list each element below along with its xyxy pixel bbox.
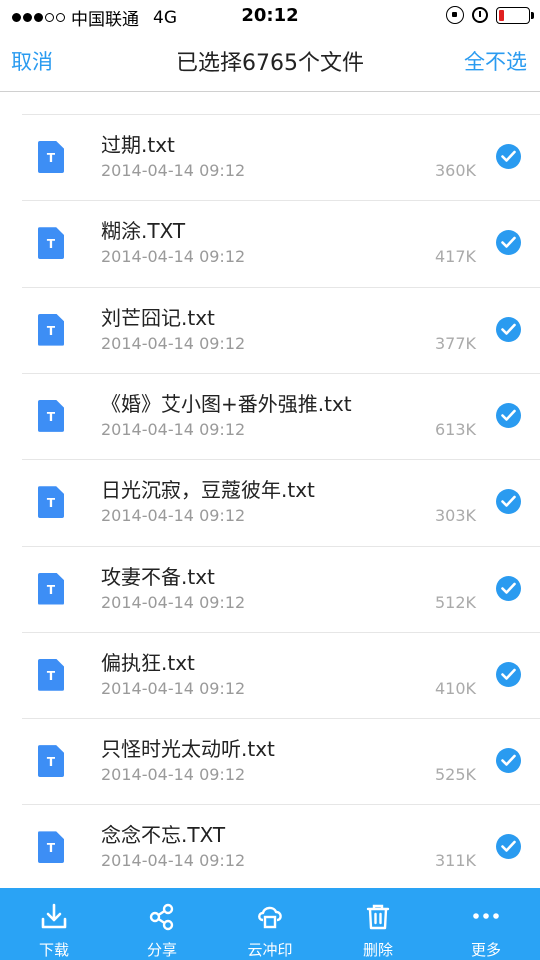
checkmark-icon: [501, 495, 516, 507]
txt-file-icon: T: [38, 572, 64, 605]
file-size: 525K: [434, 765, 476, 785]
status-bar: 中国联通 4G 20:12: [0, 0, 540, 32]
checkmark-icon: [501, 582, 516, 594]
checked-checkbox[interactable]: [496, 230, 521, 256]
file-size: 512K: [434, 592, 476, 612]
txt-file-icon: T: [38, 227, 64, 260]
nav-bar: 取消 已选择6765个文件 全不选: [0, 32, 540, 92]
file-size: 311K: [434, 851, 476, 871]
checkmark-icon: [501, 754, 516, 766]
checked-checkbox[interactable]: [496, 834, 521, 860]
txt-file-icon: T: [38, 486, 64, 519]
file-date: 2014-04-14 09:12: [101, 765, 246, 785]
row-divider: [22, 545, 540, 547]
more-icon: [473, 913, 499, 919]
file-date: 2014-04-14 09:12: [101, 506, 246, 526]
checked-checkbox[interactable]: [496, 144, 521, 169]
txt-file-icon: T: [38, 313, 64, 346]
checked-checkbox[interactable]: [496, 748, 521, 774]
file-date: 2014-04-14 09:12: [101, 851, 246, 871]
battery-icon: [496, 6, 534, 24]
checkmark-icon: [501, 409, 516, 421]
row-divider: [22, 114, 540, 115]
row-divider: [22, 631, 540, 633]
file-name: 念念不忘.TXT: [101, 823, 226, 848]
checkmark-icon: [501, 150, 516, 162]
file-list: T 过期.txt 2014-04-14 09:12 360K T 糊涂.TXT 2014-0…: [0, 93, 540, 888]
trash-icon: [366, 904, 390, 930]
file-name: 刘芒囧记.txt: [101, 305, 215, 330]
more-label: 更多: [470, 941, 501, 959]
page-title: 已选择6765个文件: [176, 51, 364, 76]
file-row[interactable]: T 偏执狂.txt 2014-04-14 09:12 410K: [0, 631, 540, 718]
file-name: 过期.txt: [101, 133, 175, 157]
file-size: 410K: [434, 678, 476, 698]
file-name: 偏执狂.txt: [101, 650, 195, 675]
file-size: 377K: [434, 333, 476, 353]
delete-button[interactable]: 删除: [324, 888, 432, 960]
file-name: 糊涂.TXT: [101, 219, 186, 244]
file-row[interactable]: T 糊涂.TXT 2014-04-14 09:12 417K: [0, 200, 540, 286]
share-icon: [149, 903, 174, 931]
checked-checkbox[interactable]: [496, 316, 521, 342]
deselect-all-button[interactable]: 全不选: [464, 46, 527, 76]
file-name: 日光沉寂，豆蔻彼年.txt: [101, 478, 315, 503]
file-size: 303K: [434, 506, 476, 526]
download-label: 下载: [38, 941, 69, 959]
bottom-toolbar: 下载 分享 云冲印 删除 更多: [0, 888, 540, 960]
alarm-icon: [472, 7, 488, 23]
file-date: 2014-04-14 09:12: [101, 592, 246, 612]
delete-label: 删除: [362, 941, 393, 959]
cloud-print-button[interactable]: 云冲印: [216, 888, 324, 960]
txt-file-icon: T: [38, 141, 64, 173]
checkmark-icon: [501, 236, 516, 249]
file-row[interactable]: T 只怪时光太动听.txt 2014-04-14 09:12 525K: [0, 718, 540, 804]
file-row[interactable]: T 过期.txt 2014-04-14 09:12 360K: [0, 114, 540, 200]
file-name: 只怪时光太动听.txt: [101, 737, 275, 762]
file-size: 360K: [434, 161, 476, 180]
file-size: 613K: [434, 419, 476, 439]
file-size: 417K: [434, 247, 476, 267]
share-button[interactable]: 分享: [108, 888, 216, 960]
row-divider: [22, 804, 540, 806]
file-name: 《婚》艾小图+番外强推.txt: [101, 391, 352, 416]
rotation-lock-icon: [446, 6, 464, 24]
file-date: 2014-04-14 09:12: [101, 419, 246, 439]
checked-checkbox[interactable]: [496, 575, 521, 601]
share-label: 分享: [146, 941, 177, 959]
file-row[interactable]: T 刘芒囧记.txt 2014-04-14 09:12 377K: [0, 286, 540, 373]
txt-file-icon: T: [38, 658, 64, 691]
download-button[interactable]: 下载: [0, 888, 108, 960]
txt-file-icon: T: [38, 399, 64, 432]
row-divider: [22, 372, 540, 374]
cloud-print-icon: [258, 906, 282, 929]
checkmark-icon: [501, 668, 516, 680]
file-row[interactable]: T 《婚》艾小图+番外强推.txt 2014-04-14 09:12 613K: [0, 372, 540, 459]
file-date: 2014-04-14 09:12: [101, 333, 246, 353]
row-divider: [22, 200, 540, 202]
more-button[interactable]: 更多: [432, 888, 540, 960]
cloud-print-label: 云冲印: [247, 941, 293, 959]
checkmark-icon: [501, 841, 516, 853]
file-row[interactable]: T 攻妻不备.txt 2014-04-14 09:12 512K: [0, 545, 540, 632]
file-name: 攻妻不备.txt: [101, 564, 215, 589]
status-right: [446, 6, 534, 24]
checked-checkbox[interactable]: [496, 661, 521, 687]
txt-file-icon: T: [38, 745, 64, 778]
row-divider: [22, 718, 540, 720]
file-date: 2014-04-14 09:12: [101, 678, 246, 698]
checkmark-icon: [501, 323, 516, 335]
download-icon: [41, 903, 67, 929]
row-divider: [22, 286, 540, 288]
txt-file-icon: T: [38, 831, 64, 864]
checked-checkbox[interactable]: [496, 402, 521, 428]
file-row[interactable]: T 日光沉寂，豆蔻彼年.txt 2014-04-14 09:12 303K: [0, 459, 540, 545]
file-date: 2014-04-14 09:12: [101, 247, 246, 267]
checked-checkbox[interactable]: [496, 489, 521, 515]
file-date: 2014-04-14 09:12: [101, 161, 246, 180]
file-row[interactable]: T 念念不忘.TXT 2014-04-14 09:12 311K: [0, 804, 540, 888]
row-divider: [22, 459, 540, 461]
